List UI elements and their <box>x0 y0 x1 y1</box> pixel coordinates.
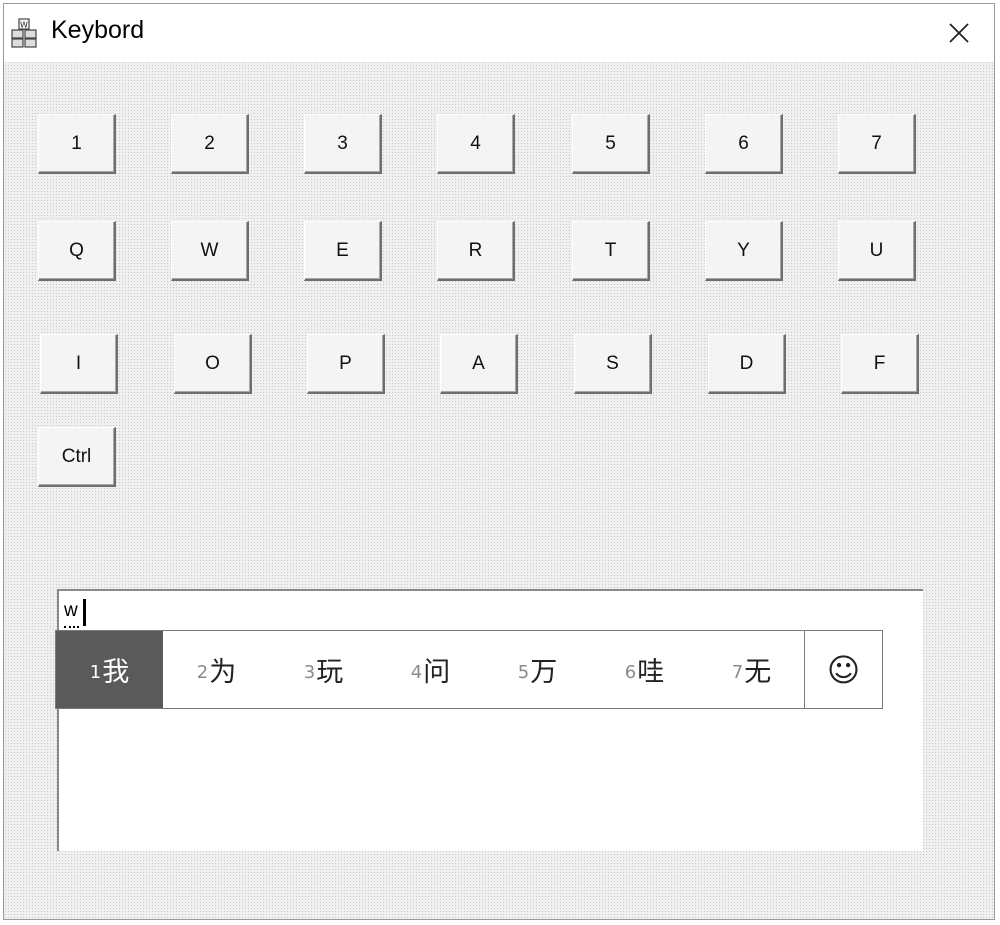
key-w[interactable]: W <box>171 221 249 281</box>
keyboard-app-icon: W <box>11 18 37 48</box>
candidate-number: 5 <box>517 662 530 683</box>
key-2[interactable]: 2 <box>171 114 249 174</box>
candidate-char: 我 <box>102 657 130 688</box>
key-6[interactable]: 6 <box>705 114 783 174</box>
key-r[interactable]: R <box>437 221 515 281</box>
candidate-char: 无 <box>744 657 772 688</box>
key-a[interactable]: A <box>440 334 518 394</box>
candidate-char: 万 <box>530 657 558 688</box>
composition-underline <box>64 626 79 628</box>
key-q[interactable]: Q <box>38 221 116 281</box>
key-f[interactable]: F <box>841 334 919 394</box>
candidate-number: 1 <box>89 662 102 683</box>
text-caret <box>83 599 86 626</box>
key-7[interactable]: 7 <box>838 114 916 174</box>
candidate-number: 3 <box>303 662 316 683</box>
key-ctrl[interactable]: Ctrl <box>38 427 116 487</box>
key-5[interactable]: 5 <box>572 114 650 174</box>
key-4[interactable]: 4 <box>437 114 515 174</box>
key-o[interactable]: O <box>174 334 252 394</box>
emoji-button[interactable]: ☺ <box>805 631 882 708</box>
key-u[interactable]: U <box>838 221 916 281</box>
candidate-number: 4 <box>410 662 423 683</box>
key-d[interactable]: D <box>708 334 786 394</box>
text-input-area[interactable]: w <box>57 589 923 851</box>
candidate-char: 为 <box>209 657 237 688</box>
candidate-char: 问 <box>423 657 451 688</box>
composition-text: w <box>64 600 78 621</box>
smiley-icon: ☺ <box>826 650 861 689</box>
window-title: Keybord <box>51 16 145 44</box>
candidate-number: 7 <box>731 662 744 683</box>
close-button[interactable] <box>924 4 994 62</box>
key-s[interactable]: S <box>574 334 652 394</box>
key-3[interactable]: 3 <box>304 114 382 174</box>
ime-candidate-bar: 1我 2为 3玩 4问 5万 6哇 7无 ☺ <box>55 630 883 709</box>
keyboard-window: W Keybord 1 2 3 4 5 6 7 Q W E R T Y U I … <box>3 3 995 920</box>
ime-candidate-3[interactable]: 3玩 <box>270 631 377 708</box>
svg-text:W: W <box>20 21 28 30</box>
ime-candidate-4[interactable]: 4问 <box>377 631 484 708</box>
candidate-char: 玩 <box>316 657 344 688</box>
ime-candidate-7[interactable]: 7无 <box>698 631 805 708</box>
candidate-char: 哇 <box>637 657 665 688</box>
title-bar: W Keybord <box>4 4 994 62</box>
key-y[interactable]: Y <box>705 221 783 281</box>
key-1[interactable]: 1 <box>38 114 116 174</box>
ime-candidate-2[interactable]: 2为 <box>163 631 270 708</box>
candidate-number: 6 <box>624 662 637 683</box>
key-t[interactable]: T <box>572 221 650 281</box>
close-icon <box>949 23 969 43</box>
candidate-number: 2 <box>196 662 209 683</box>
ime-candidate-6[interactable]: 6哇 <box>591 631 698 708</box>
ime-candidate-1[interactable]: 1我 <box>56 631 163 708</box>
ime-candidate-5[interactable]: 5万 <box>484 631 591 708</box>
key-i[interactable]: I <box>40 334 118 394</box>
key-e[interactable]: E <box>304 221 382 281</box>
key-p[interactable]: P <box>307 334 385 394</box>
